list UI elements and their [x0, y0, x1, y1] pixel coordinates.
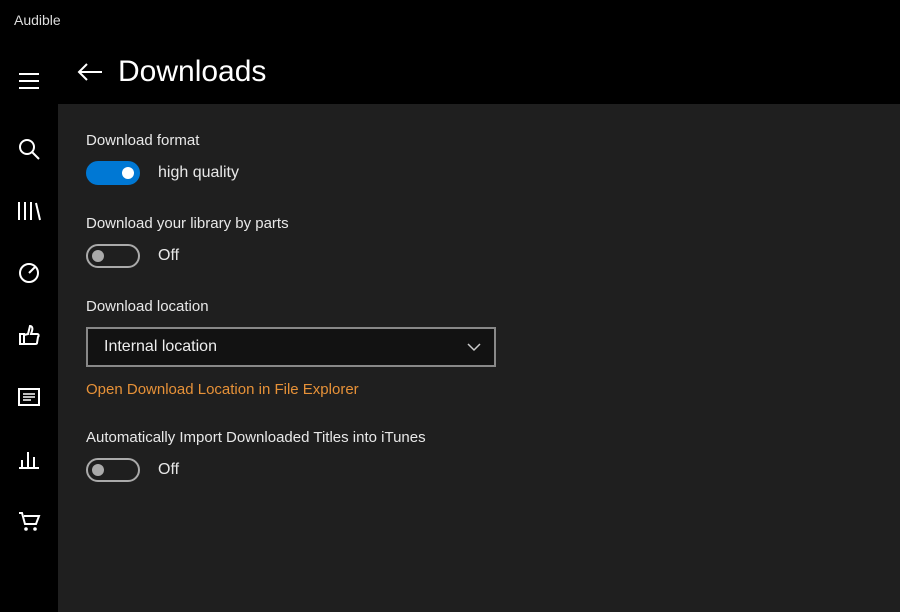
toggle-value: Off — [158, 247, 179, 265]
download-format-toggle[interactable] — [86, 161, 140, 185]
page-title: Downloads — [118, 55, 266, 89]
hamburger-menu-button[interactable] — [0, 50, 58, 112]
hamburger-icon — [17, 71, 41, 91]
setting-auto-import: Automatically Import Downloaded Titles i… — [86, 429, 900, 482]
library-icon — [16, 200, 42, 222]
sidebar-item-search[interactable] — [0, 118, 58, 180]
setting-label: Download format — [86, 132, 900, 149]
setting-label: Download your library by parts — [86, 215, 900, 232]
toggle-knob — [92, 464, 104, 476]
window-titlebar: Audible — [0, 0, 900, 40]
sidebar-item-stats[interactable] — [0, 428, 58, 490]
app-title: Audible — [14, 12, 61, 28]
page-header: Downloads — [58, 40, 900, 104]
arrow-left-icon — [76, 61, 104, 83]
open-location-link[interactable]: Open Download Location in File Explorer — [86, 381, 359, 398]
download-location-dropdown[interactable]: Internal location — [86, 327, 496, 367]
search-icon — [17, 137, 41, 161]
back-button[interactable] — [68, 50, 112, 94]
chevron-down-icon — [466, 342, 482, 352]
setting-download-by-parts: Download your library by parts Off — [86, 215, 900, 268]
download-by-parts-toggle[interactable] — [86, 244, 140, 268]
sidebar-item-sleep-timer[interactable] — [0, 242, 58, 304]
main-content: Downloads Download format high quality D… — [58, 40, 900, 612]
toggle-knob — [122, 167, 134, 179]
sidebar-item-store[interactable] — [0, 490, 58, 552]
dropdown-selected: Internal location — [104, 338, 217, 356]
stats-icon — [17, 448, 41, 470]
auto-import-toggle[interactable] — [86, 458, 140, 482]
sidebar-item-recommended[interactable] — [0, 304, 58, 366]
toggle-knob — [92, 250, 104, 262]
toggle-value: Off — [158, 461, 179, 479]
setting-label: Download location — [86, 298, 900, 315]
setting-label: Automatically Import Downloaded Titles i… — [86, 429, 900, 446]
setting-download-format: Download format high quality — [86, 132, 900, 185]
sidebar-item-news[interactable] — [0, 366, 58, 428]
timer-icon — [17, 261, 41, 285]
setting-download-location: Download location Internal location Open… — [86, 298, 900, 399]
toggle-value: high quality — [158, 164, 239, 182]
cart-icon — [17, 510, 41, 532]
sidebar — [0, 40, 58, 612]
sidebar-item-library[interactable] — [0, 180, 58, 242]
thumbs-up-icon — [17, 323, 41, 347]
news-icon — [17, 387, 41, 407]
